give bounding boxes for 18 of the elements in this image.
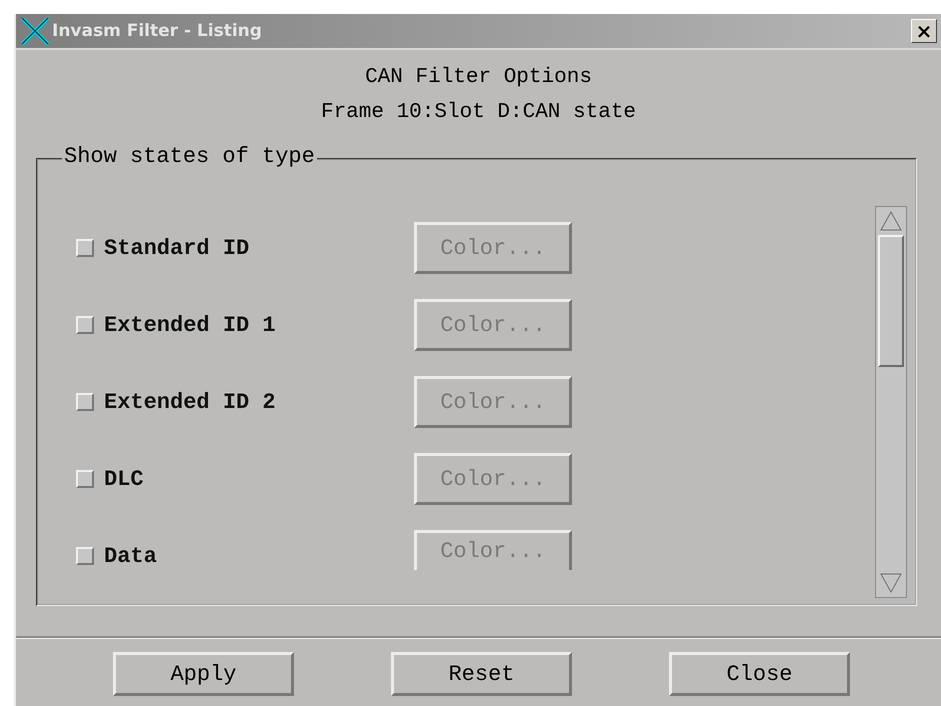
dialog-heading: CAN Filter Options [365, 66, 592, 89]
dialog-subheading: Frame 10:Slot D:CAN state [320, 101, 636, 124]
down-arrow-icon[interactable] [878, 571, 904, 595]
dialog-button[interactable]: Reset [391, 652, 572, 696]
scrollbar-thumb[interactable] [878, 235, 904, 367]
close-button[interactable]: × [911, 19, 937, 43]
checkbox-label: DLC [104, 466, 144, 492]
checkbox-label: Extended ID 2 [104, 390, 276, 414]
checkbox-label: Data [104, 544, 157, 568]
checkbox-label: Standard ID [104, 236, 250, 260]
dialog-button[interactable]: Apply [113, 652, 294, 696]
window-title: Invasm Filter - Listing [52, 21, 263, 41]
group-title: Show states of type [62, 144, 317, 169]
x-logo-icon [20, 17, 50, 45]
up-arrow-icon[interactable] [878, 209, 904, 233]
dialog-button[interactable]: Close [669, 652, 850, 696]
scrollbar[interactable] [875, 206, 907, 598]
checkbox-label: Extended ID 1 [104, 312, 276, 338]
